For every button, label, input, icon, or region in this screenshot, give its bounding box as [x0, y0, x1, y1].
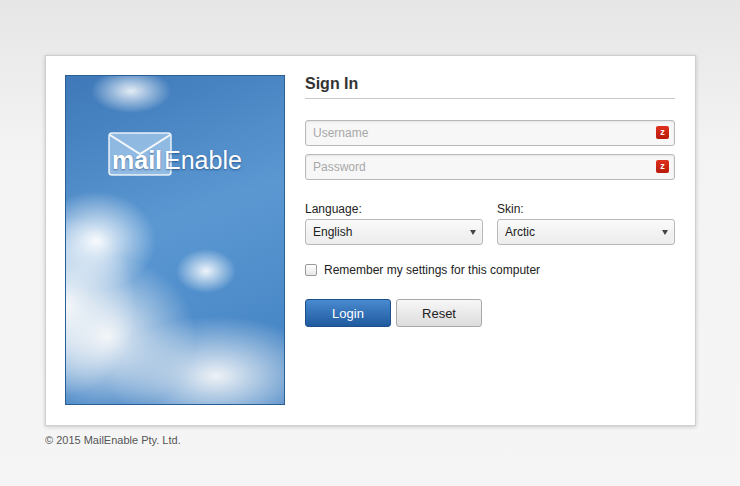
dropdown-arrow-icon — [470, 230, 476, 235]
select-label: Language: — [305, 201, 483, 217]
checkbox[interactable] — [305, 264, 317, 276]
login-card: mailEnable Sign In z z Language: English Skin:… — [45, 55, 696, 426]
dropdown-arrow-icon — [662, 230, 668, 235]
password-input[interactable] — [305, 154, 675, 180]
username-input[interactable] — [305, 120, 675, 146]
sky-banner: mailEnable — [65, 75, 285, 405]
zoho-badge-icon: z — [656, 126, 669, 139]
remember-checkbox[interactable]: Remember my settings for this computer — [305, 262, 675, 278]
dropdown[interactable]: Arctic — [497, 219, 675, 245]
copyright-footer: © 2015 MailEnable Pty. Ltd. — [45, 433, 740, 447]
login-page: mailEnable Sign In z z Language: English Skin:… — [0, 0, 740, 447]
login-button[interactable]: Login — [305, 299, 391, 327]
select-label: Skin: — [497, 201, 675, 217]
sign-in-form: Sign In z z Language: English Skin: Arctic Reme… — [305, 75, 675, 406]
select-group: Skin: Arctic — [497, 201, 675, 245]
field: z — [305, 154, 675, 180]
form-title: Sign In — [305, 75, 675, 99]
zoho-badge-icon: z — [656, 160, 669, 173]
reset-button[interactable]: Reset — [396, 299, 482, 327]
dropdown[interactable]: English — [305, 219, 483, 245]
brand-logo: mailEnable — [108, 132, 258, 178]
checkbox-label: Remember my settings for this computer — [324, 262, 540, 278]
select-group: Language: English — [305, 201, 483, 245]
brand-name: mailEnable — [112, 146, 242, 174]
field: z — [305, 120, 675, 146]
